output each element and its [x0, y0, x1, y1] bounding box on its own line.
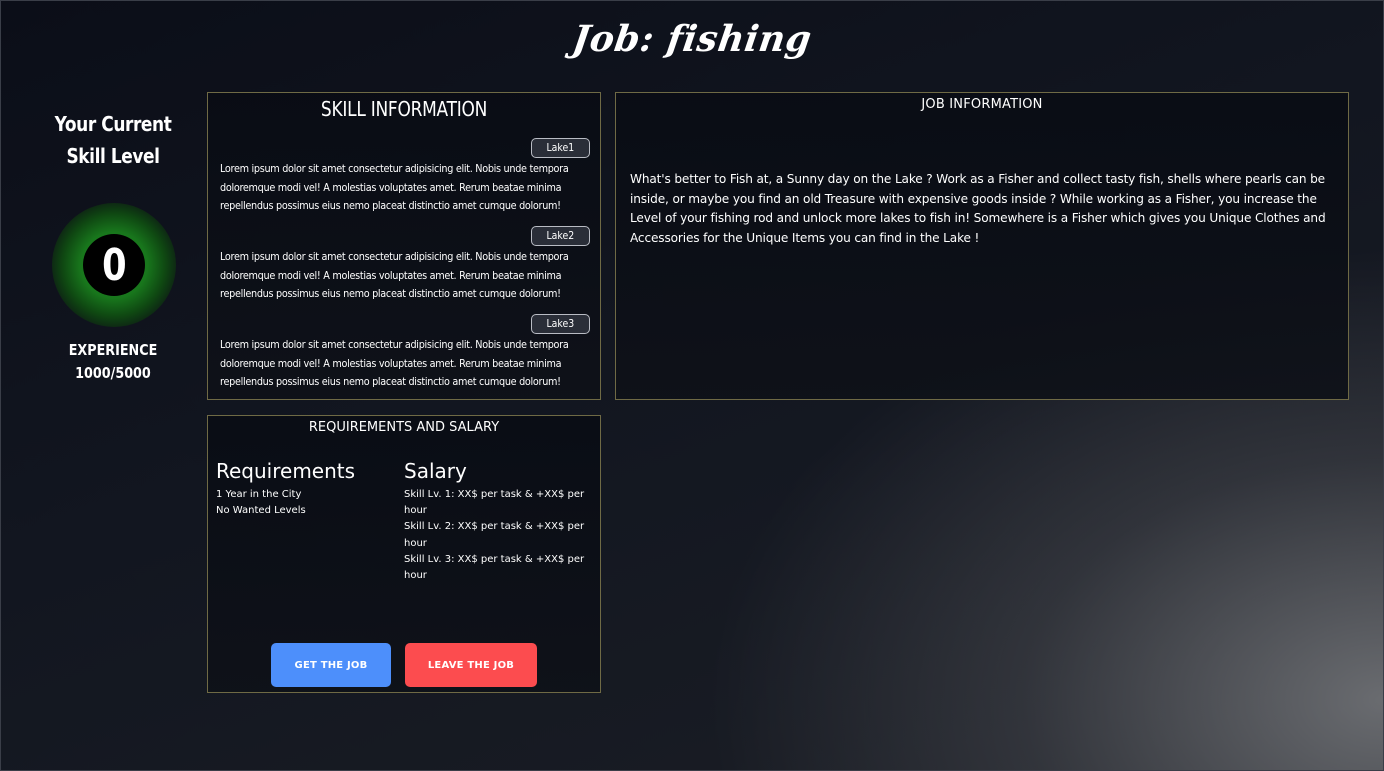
skill-information-header: SKILL INFORMATION [320, 97, 488, 121]
lake-tab-label: Lake2 [546, 229, 575, 242]
current-skill-level-panel: Your Current Skill Level 0 EXPERIENCE 10… [28, 108, 198, 382]
page-title: Job: fishing [569, 18, 815, 60]
skill-level-value: 0 [101, 239, 127, 291]
salary-column: Salary Skill Lv. 1: XX$ per task & +XX$ … [404, 458, 590, 584]
skill-level-title-line1: Your Current [54, 112, 172, 136]
experience-value: 1000/5000 [75, 364, 151, 382]
experience-label: EXPERIENCE [68, 341, 158, 359]
skill-level-badge: 0 [83, 234, 145, 296]
requirements-salary-header: REQUIREMENTS AND SALARY [308, 420, 500, 435]
job-information-header: JOB INFORMATION [921, 97, 1043, 112]
lake-description-3: Lorem ipsum dolor sit amet consectetur a… [220, 338, 569, 388]
job-information-panel: JOB INFORMATION What's better to Fish at… [615, 92, 1349, 400]
leave-job-button[interactable]: LEAVE THE JOB [405, 643, 537, 687]
skill-information-panel: SKILL INFORMATION Lake1 Lorem ipsum dolo… [207, 92, 601, 400]
lake-tab-label: Lake1 [546, 141, 575, 154]
lake-tab-1[interactable]: Lake1 [531, 138, 590, 158]
get-job-button[interactable]: GET THE JOB [271, 643, 391, 687]
salary-item: Skill Lv. 3: XX$ per task & +XX$ per hou… [404, 553, 585, 582]
salary-item: Skill Lv. 1: XX$ per task & +XX$ per hou… [404, 489, 585, 517]
job-description: What's better to Fish at, a Sunny day on… [630, 171, 1326, 245]
lake-description-2: Lorem ipsum dolor sit amet consectetur a… [220, 250, 569, 300]
skill-level-title-line2: Skill Level [66, 144, 160, 168]
lake-tab-2[interactable]: Lake2 [531, 226, 590, 246]
requirements-column: Requirements 1 Year in the City No Wante… [216, 458, 396, 519]
skill-level-orb: 0 [52, 203, 176, 327]
salary-title: Salary [404, 459, 467, 483]
requirement-item: No Wanted Levels [216, 505, 306, 517]
requirement-item: 1 Year in the City [216, 489, 302, 500]
lake-description-1: Lorem ipsum dolor sit amet consectetur a… [220, 162, 569, 212]
salary-item: Skill Lv. 2: XX$ per task & +XX$ per hou… [404, 521, 585, 549]
lake-tab-label: Lake3 [546, 317, 575, 330]
requirements-salary-panel: REQUIREMENTS AND SALARY Requirements 1 Y… [207, 415, 601, 693]
requirements-title: Requirements [216, 459, 356, 483]
lake-tab-3[interactable]: Lake3 [531, 314, 590, 334]
